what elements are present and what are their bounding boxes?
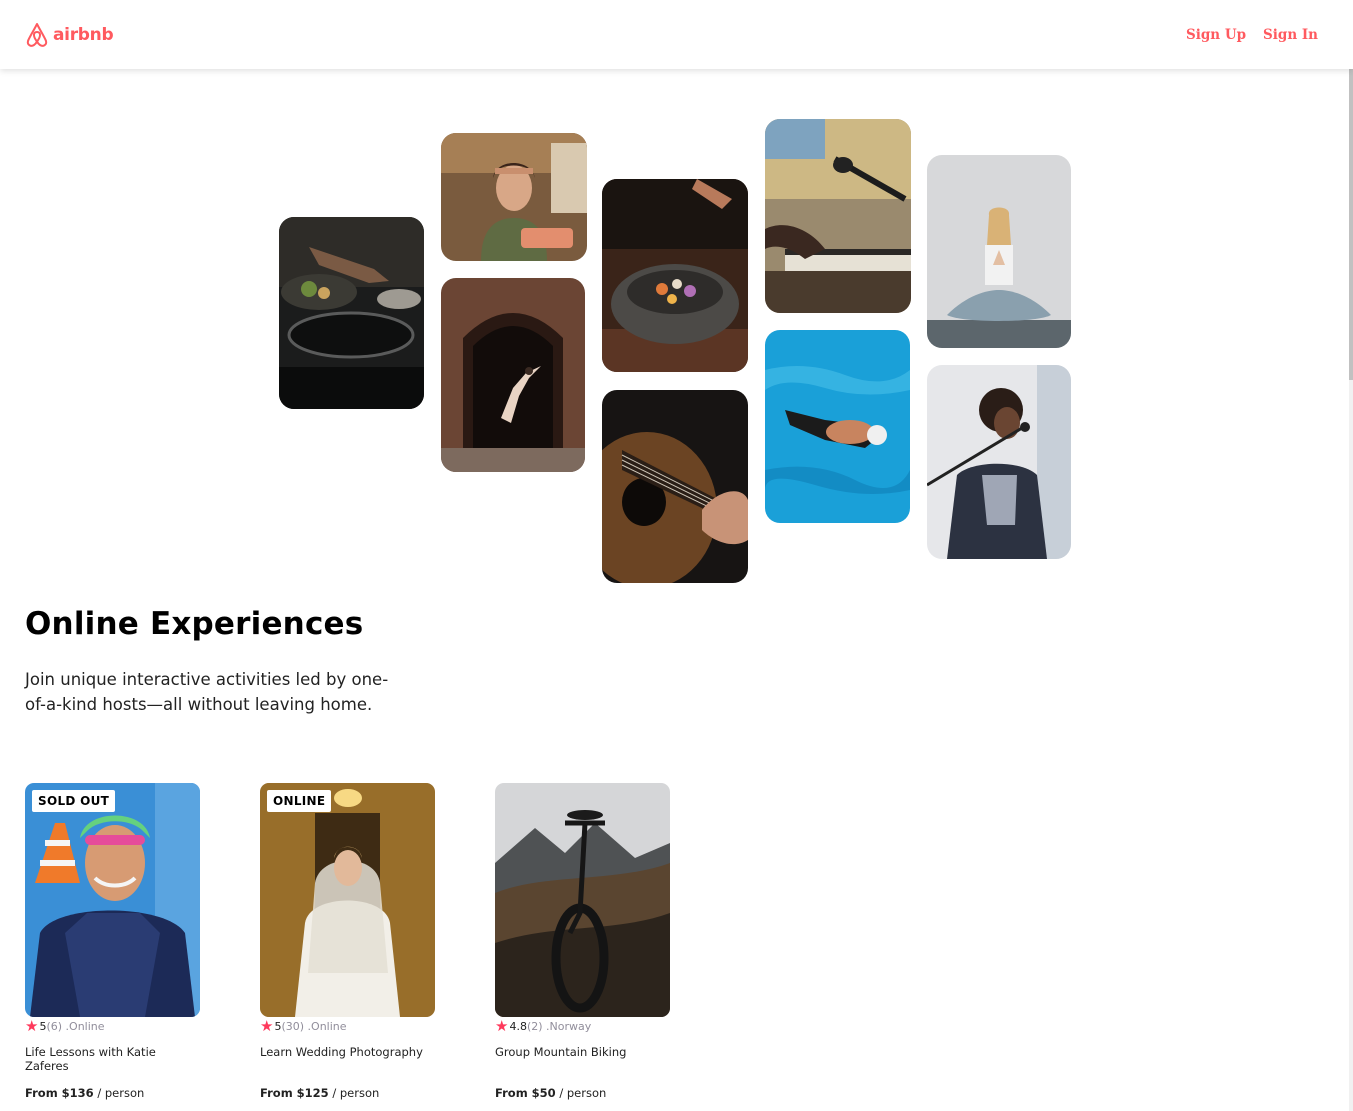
card-location: Online: [311, 1019, 347, 1033]
photo-dancer-doorway: [441, 278, 585, 472]
card-stats: ★ 4.8 (2) . Norway: [495, 1018, 670, 1034]
airbnb-logo-icon: [26, 22, 48, 47]
star-icon: ★: [260, 1016, 274, 1035]
hero-description: Join unique interactive activities led b…: [25, 670, 389, 714]
card-rating: 5: [274, 1019, 282, 1033]
card-stats: ★ 5 (6) . Online: [25, 1018, 200, 1034]
card-title: Learn Wedding Photography: [260, 1045, 423, 1059]
experience-card[interactable]: ★ 4.8 (2) . Norway Group Mountain Biking…: [495, 783, 670, 1100]
card-price-value: From $136: [25, 1086, 94, 1100]
card-photo-bride[interactable]: ONLINE: [260, 783, 435, 1017]
experience-card[interactable]: ONLINE ★ 5 (30) . Online Learn Wedding P…: [260, 783, 435, 1100]
photo-singer: [927, 365, 1071, 559]
card-price-unit: / person: [332, 1086, 380, 1100]
sign-in-link[interactable]: Sign In: [1263, 27, 1318, 43]
card-rating: 5: [39, 1019, 47, 1033]
page-title: Online Experiences: [25, 606, 364, 642]
card-price-value: From $125: [260, 1086, 329, 1100]
card-separator: .: [62, 1019, 70, 1033]
card-location: Norway: [549, 1019, 592, 1033]
photo-woman-macarons: [441, 133, 587, 261]
airbnb-logo[interactable]: airbnb: [25, 22, 114, 48]
status-badge: ONLINE: [267, 790, 332, 812]
photo-yoga: [927, 155, 1071, 348]
photo-piano-microphone: [765, 119, 911, 313]
card-price-unit: / person: [559, 1086, 607, 1100]
sign-up-link[interactable]: Sign Up: [1186, 27, 1246, 43]
card-title: Life Lessons with Katie Zaferes: [25, 1045, 156, 1073]
card-price: From $125 / person: [260, 1086, 379, 1100]
card-photo-swimmer[interactable]: SOLD OUT: [25, 783, 200, 1017]
nav-links: Sign Up Sign In: [1186, 27, 1318, 43]
card-review-count: (2): [526, 1019, 543, 1033]
photo-food-bowl: [602, 179, 748, 372]
status-badge: SOLD OUT: [32, 790, 116, 812]
card-rating: 4.8: [509, 1019, 527, 1033]
star-icon: ★: [25, 1016, 39, 1035]
card-separator: .: [304, 1019, 312, 1033]
card-price-unit: / person: [97, 1086, 145, 1100]
card-price-value: From $50: [495, 1086, 556, 1100]
card-review-count: (6): [46, 1019, 63, 1033]
star-icon: ★: [495, 1016, 509, 1035]
card-stats: ★ 5 (30) . Online: [260, 1018, 435, 1034]
photo-swimmer: [765, 330, 910, 523]
photo-cooking-pans: [279, 217, 424, 409]
card-photo-mountain-bike[interactable]: [495, 783, 670, 1017]
card-location: Online: [69, 1019, 105, 1033]
card-separator: .: [542, 1019, 550, 1033]
navbar: airbnb Sign Up Sign In: [0, 0, 1353, 69]
scrollbar[interactable]: [1349, 0, 1353, 1111]
card-price: From $50 / person: [495, 1086, 606, 1100]
card-title: Group Mountain Biking: [495, 1045, 627, 1059]
experience-card[interactable]: SOLD OUT ★ 5 (6) . Online Life Lessons w…: [25, 783, 200, 1100]
logo-text: airbnb: [53, 24, 114, 45]
card-review-count: (30): [281, 1019, 305, 1033]
card-price: From $136 / person: [25, 1086, 144, 1100]
photo-guitar: [602, 390, 748, 583]
